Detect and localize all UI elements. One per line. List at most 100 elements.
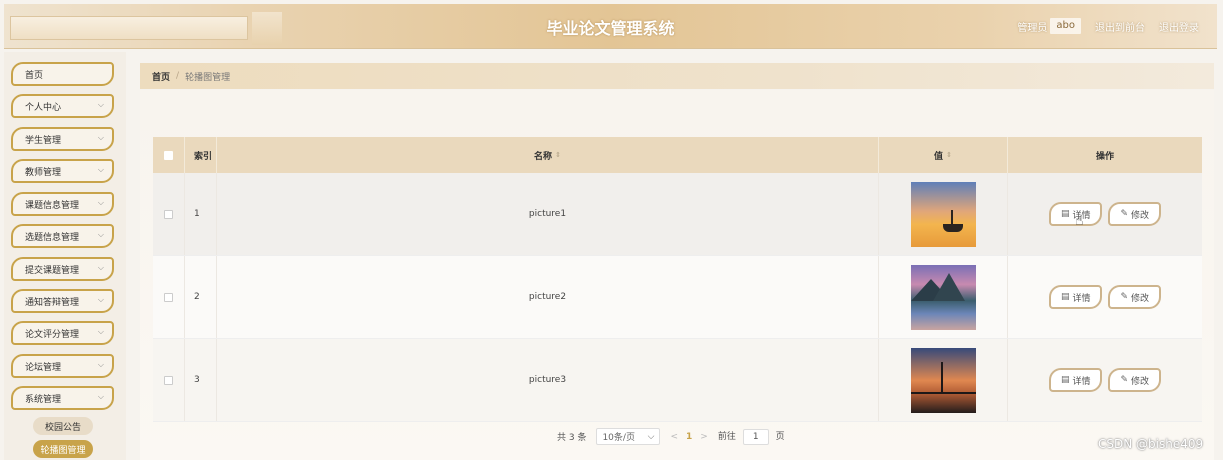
detail-button[interactable]: ▤ 详情 xyxy=(1048,368,1103,392)
sidebar-item-topic-selection-management[interactable]: 选题信息管理 ⌵ xyxy=(11,224,114,248)
user-role: 管理员 xyxy=(1017,22,1048,34)
sidebar-subitem-campus-notice[interactable]: 校园公告 xyxy=(33,417,93,435)
sidebar-item-student-management[interactable]: 学生管理 ⌵ xyxy=(11,127,114,151)
logout-link[interactable]: 退出登录 xyxy=(1159,19,1199,34)
next-page-button[interactable]: > xyxy=(700,432,708,442)
sort-icon[interactable]: ⇕ xyxy=(555,151,561,159)
sidebar-item-label: 系统管理 xyxy=(25,394,62,405)
row-index: 3 xyxy=(185,339,217,421)
watermark: CSDN @bishe409 xyxy=(1098,437,1204,451)
chevron-down-icon: ⌵ xyxy=(97,392,104,401)
column-header-name[interactable]: 名称 ⇕ xyxy=(217,137,879,173)
back-to-front-link[interactable]: 退出到前台 xyxy=(1095,19,1145,34)
document-icon: ▤ xyxy=(1060,375,1070,385)
chevron-down-icon: ⌵ xyxy=(97,295,104,304)
sidebar-item-forum-management[interactable]: 论坛管理 ⌵ xyxy=(11,354,114,378)
table-row: 3 picture3 ▤ 详情 ✎ 修改 xyxy=(153,339,1202,422)
page-size-value: 10条/页 xyxy=(602,433,635,443)
chevron-down-icon: ⌵ xyxy=(97,133,104,142)
sidebar-item-label: 学生管理 xyxy=(25,135,62,146)
detail-label: 详情 xyxy=(1072,376,1091,387)
pager: < 1 > xyxy=(670,432,707,442)
page-number-current[interactable]: 1 xyxy=(686,432,692,442)
row-name: picture2 xyxy=(217,256,879,338)
row-index: 1 xyxy=(185,173,217,255)
row-checkbox[interactable] xyxy=(164,209,173,219)
current-user: 管理员 abo xyxy=(1017,18,1081,34)
chevron-down-icon: ⌵ xyxy=(97,230,104,239)
sidebar-item-personal-center[interactable]: 个人中心 ⌵ xyxy=(11,94,114,118)
column-header-actions: 操作 xyxy=(1095,151,1114,162)
breadcrumb-home[interactable]: 首页 xyxy=(152,70,170,83)
edit-label: 修改 xyxy=(1131,210,1150,221)
checkbox[interactable] xyxy=(164,150,173,160)
breadcrumb-separator: / xyxy=(176,71,180,81)
edit-button[interactable]: ✎ 修改 xyxy=(1108,368,1162,392)
sidebar-item-label: 通知答辩管理 xyxy=(25,297,80,308)
row-checkbox[interactable] xyxy=(164,375,173,385)
row-image-thumbnail[interactable] xyxy=(910,347,976,413)
sidebar-item-label: 课题信息管理 xyxy=(25,200,80,211)
sidebar-item-label: 个人中心 xyxy=(25,102,62,113)
app-header: 毕业论文管理系统 管理员 abo 退出到前台 退出登录 xyxy=(4,4,1217,49)
column-header-index: 索引 xyxy=(185,137,217,173)
sidebar-item-teacher-management[interactable]: 教师管理 ⌵ xyxy=(11,159,114,183)
breadcrumb: 首页 / 轮播图管理 xyxy=(140,63,1214,89)
row-name: picture3 xyxy=(217,339,879,421)
document-icon: ▤ xyxy=(1060,292,1070,302)
sidebar-item-system-management[interactable]: 系统管理 ⌵ xyxy=(11,386,114,410)
sidebar-item-thesis-grading-management[interactable]: 论文评分管理 ⌵ xyxy=(11,321,114,345)
sidebar-item-label: 首页 xyxy=(25,70,44,81)
chevron-down-icon: ⌵ xyxy=(97,165,104,174)
edit-button[interactable]: ✎ 修改 xyxy=(1108,202,1162,226)
sort-icon[interactable]: ⇕ xyxy=(946,151,952,159)
row-index: 2 xyxy=(185,256,217,338)
sidebar-item-label: 论坛管理 xyxy=(25,362,62,373)
detail-button[interactable]: ▤ 详情 xyxy=(1048,285,1103,309)
row-name: picture1 xyxy=(217,173,879,255)
table-row: 1 picture1 ▤ 详情 ✎ 修改 xyxy=(153,173,1202,256)
row-image-thumbnail[interactable] xyxy=(910,264,976,330)
edit-icon: ✎ xyxy=(1120,292,1129,302)
breadcrumb-current: 轮播图管理 xyxy=(185,72,231,83)
goto-prefix: 前往 xyxy=(717,431,736,442)
chevron-down-icon: ⌵ xyxy=(97,327,104,336)
user-name: abo xyxy=(1050,18,1081,34)
column-header-label: 值 xyxy=(934,151,944,162)
pagination: 共 3 条 10条/页 ⌵ < 1 > 前往 1 页 xyxy=(557,428,785,445)
edit-label: 修改 xyxy=(1131,293,1150,304)
prev-page-button[interactable]: < xyxy=(670,432,678,442)
chevron-down-icon: ⌵ xyxy=(97,198,104,207)
sidebar-item-defense-notice-management[interactable]: 通知答辩管理 ⌵ xyxy=(11,289,114,313)
detail-label: 详情 xyxy=(1072,293,1091,304)
table-row: 2 picture2 ▤ 详情 ✎ 修改 xyxy=(153,256,1202,339)
sidebar-item-label: 论文评分管理 xyxy=(25,329,80,340)
page-size-select[interactable]: 10条/页 ⌵ xyxy=(596,428,661,445)
sidebar-item-submission-management[interactable]: 提交课题管理 ⌵ xyxy=(11,257,114,281)
chevron-down-icon: ⌵ xyxy=(97,100,104,109)
chevron-down-icon: ⌵ xyxy=(97,263,104,272)
sidebar-item-label: 选题信息管理 xyxy=(25,232,80,243)
hand-cursor-icon: ☝ xyxy=(1075,213,1084,229)
chevron-down-icon: ⌵ xyxy=(97,360,104,369)
column-header-value[interactable]: 值 ⇕ xyxy=(879,137,1008,173)
goto-suffix: 页 xyxy=(775,431,785,442)
column-header-label: 名称 xyxy=(534,151,553,162)
table-header: 索引 名称 ⇕ 值 ⇕ 操作 xyxy=(153,137,1202,173)
sidebar-subitem-carousel-management[interactable]: 轮播图管理 xyxy=(33,440,93,458)
goto-page-input[interactable]: 1 xyxy=(742,428,769,445)
sidebar-item-topic-info-management[interactable]: 课题信息管理 ⌵ xyxy=(11,192,114,216)
edit-icon: ✎ xyxy=(1120,209,1129,219)
header-links: 管理员 abo 退出到前台 退出登录 xyxy=(1017,18,1199,34)
document-icon: ▤ xyxy=(1060,209,1070,219)
chevron-down-icon: ⌵ xyxy=(647,431,655,442)
row-image-thumbnail[interactable] xyxy=(910,181,976,247)
header-select-all[interactable] xyxy=(153,137,185,173)
goto-page: 前往 1 页 xyxy=(717,428,785,445)
edit-icon: ✎ xyxy=(1120,375,1129,385)
row-checkbox[interactable] xyxy=(164,292,173,302)
edit-button[interactable]: ✎ 修改 xyxy=(1108,285,1162,309)
sidebar-item-label: 教师管理 xyxy=(25,167,62,178)
sidebar-item-home[interactable]: 首页 xyxy=(11,62,114,86)
edit-label: 修改 xyxy=(1131,376,1150,387)
